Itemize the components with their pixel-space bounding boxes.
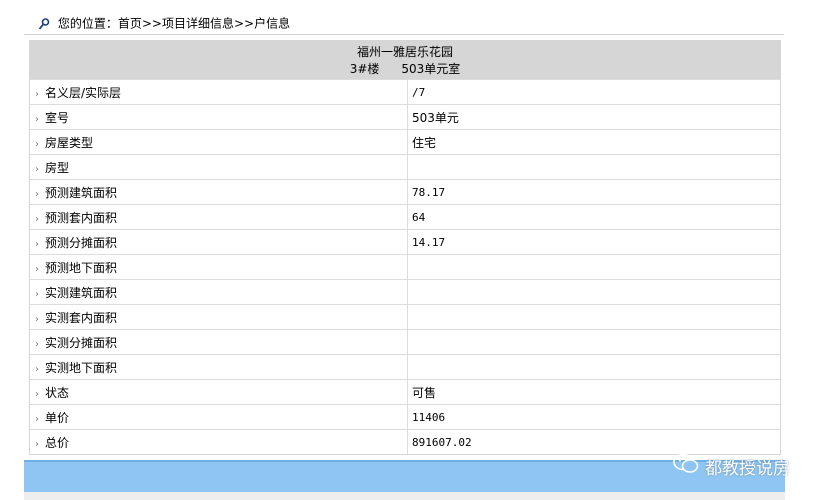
table-row: › 房屋类型 住宅: [30, 129, 780, 155]
field-label: 预测套内面积: [45, 210, 118, 225]
watermark-text: 都教授说房: [705, 458, 790, 479]
field-value: 503单元: [407, 104, 780, 130]
field-value: 住宅: [407, 129, 780, 155]
table-row: › 名义层/实际层/7: [30, 79, 780, 105]
chevron-right-icon: ›: [35, 313, 39, 325]
field-value: 可售: [407, 379, 780, 405]
breadcrumb-separator: >>: [233, 16, 255, 31]
field-label: 实测分摊面积: [45, 335, 118, 350]
table-row: › 状态 可售: [30, 379, 780, 405]
unit-identifier: 3#楼 503单元室: [30, 61, 780, 78]
field-label-cell: › 房屋类型: [30, 129, 408, 155]
field-label-cell: › 房型: [30, 154, 408, 180]
chevron-right-icon: ›: [35, 113, 39, 125]
table-row: › 单价 11406: [30, 404, 780, 430]
chevron-right-icon: ›: [35, 288, 39, 300]
field-label: 预测建筑面积: [45, 185, 118, 200]
table-row: › 预测建筑面积 78.17: [30, 179, 780, 205]
unit-info-panel: 福州一雅居乐花园 3#楼 503单元室 › 名义层/实际层/7 › 室号 503单元 › 房屋…: [29, 40, 781, 455]
field-value: /7: [407, 79, 780, 105]
field-value: [407, 329, 780, 355]
room-number: 503单元室: [401, 62, 461, 76]
field-label-cell: › 预测地下面积: [30, 254, 408, 280]
field-label-cell: › 实测套内面积: [30, 304, 408, 330]
panel-header: 福州一雅居乐花园 3#楼 503单元室: [30, 41, 780, 79]
chevron-right-icon: ›: [35, 188, 39, 200]
chevron-right-icon: ›: [35, 138, 39, 150]
location-pin-icon: [38, 15, 54, 33]
field-value: 64: [407, 204, 780, 230]
field-label-cell: › 总价: [30, 429, 408, 454]
table-row: › 总价 891607.02: [30, 429, 780, 454]
table-row: › 室号 503单元: [30, 104, 780, 130]
field-label: 总价: [45, 435, 70, 450]
chevron-right-icon: ›: [35, 438, 39, 450]
field-label: 房屋类型: [45, 135, 94, 150]
breadcrumb-current: 户信息: [254, 16, 291, 31]
breadcrumb-home-link[interactable]: 首页: [118, 17, 142, 31]
field-label-cell: › 名义层/实际层: [30, 79, 408, 105]
chevron-right-icon: ›: [35, 238, 39, 250]
field-value: 78.17: [407, 179, 780, 205]
project-name: 福州一雅居乐花园: [356, 45, 453, 59]
chevron-right-icon: ›: [35, 88, 39, 100]
table-row: › 预测分摊面积 14.17: [30, 229, 780, 255]
field-value: 891607.02: [407, 429, 780, 454]
field-value: [407, 304, 780, 330]
chevron-right-icon: ›: [35, 338, 39, 350]
field-label-cell: › 预测分摊面积: [30, 229, 408, 255]
table-row: › 房型: [30, 154, 780, 180]
breadcrumb-prefix: 您的位置：: [57, 16, 118, 31]
field-label: 实测建筑面积: [45, 285, 118, 300]
footer-strip: [24, 492, 785, 500]
building-number: 3#楼: [349, 62, 380, 76]
field-label-cell: › 状态: [30, 379, 408, 405]
chevron-right-icon: ›: [35, 413, 39, 425]
field-value: 14.17: [407, 229, 780, 255]
field-label: 状态: [45, 385, 70, 400]
field-label: 预测分摊面积: [45, 235, 118, 250]
field-label-cell: › 实测分摊面积: [30, 329, 408, 355]
field-label: 室号: [45, 110, 70, 125]
breadcrumb-separator: >>: [141, 16, 162, 31]
breadcrumb-project-link[interactable]: 项目详细信息: [162, 17, 234, 31]
table-row: › 实测建筑面积: [30, 279, 780, 305]
field-label-cell: › 单价: [30, 404, 408, 430]
breadcrumb: 您的位置：首页>>项目详细信息>>户信息: [24, 14, 784, 35]
field-label-cell: › 预测建筑面积: [30, 179, 408, 205]
field-label: 实测地下面积: [45, 360, 118, 375]
field-label-cell: › 室号: [30, 104, 408, 130]
table-row: › 实测套内面积: [30, 304, 780, 330]
field-label: 名义层/实际层: [45, 85, 122, 100]
field-label: 单价: [45, 410, 70, 425]
chevron-right-icon: ›: [35, 363, 39, 375]
field-value: [407, 354, 780, 380]
chevron-right-icon: ›: [35, 213, 39, 225]
table-row: › 实测分摊面积: [30, 329, 780, 355]
field-label: 预测地下面积: [45, 260, 118, 275]
field-label-cell: › 实测地下面积: [30, 354, 408, 380]
field-value: [407, 154, 780, 180]
field-value: 11406: [407, 404, 780, 430]
table-row: › 预测地下面积: [30, 254, 780, 280]
chevron-right-icon: ›: [35, 388, 39, 400]
chevron-right-icon: ›: [35, 163, 39, 175]
chevron-right-icon: ›: [35, 263, 39, 275]
footer-bar: [24, 460, 785, 492]
field-label: 房型: [45, 160, 70, 175]
watermark: 都教授说房: [673, 452, 790, 480]
field-label-cell: › 实测建筑面积: [30, 279, 408, 305]
unit-info-table: › 名义层/实际层/7 › 室号 503单元 › 房屋类型 住宅 › 房型 › 预测建筑面积 78.17…: [30, 79, 780, 454]
field-value: [407, 254, 780, 280]
field-label: 实测套内面积: [45, 310, 118, 325]
table-row: › 实测地下面积: [30, 354, 780, 380]
field-value: [407, 279, 780, 305]
wechat-icon: [673, 453, 705, 480]
field-label-cell: › 预测套内面积: [30, 204, 408, 230]
table-row: › 预测套内面积 64: [30, 204, 780, 230]
